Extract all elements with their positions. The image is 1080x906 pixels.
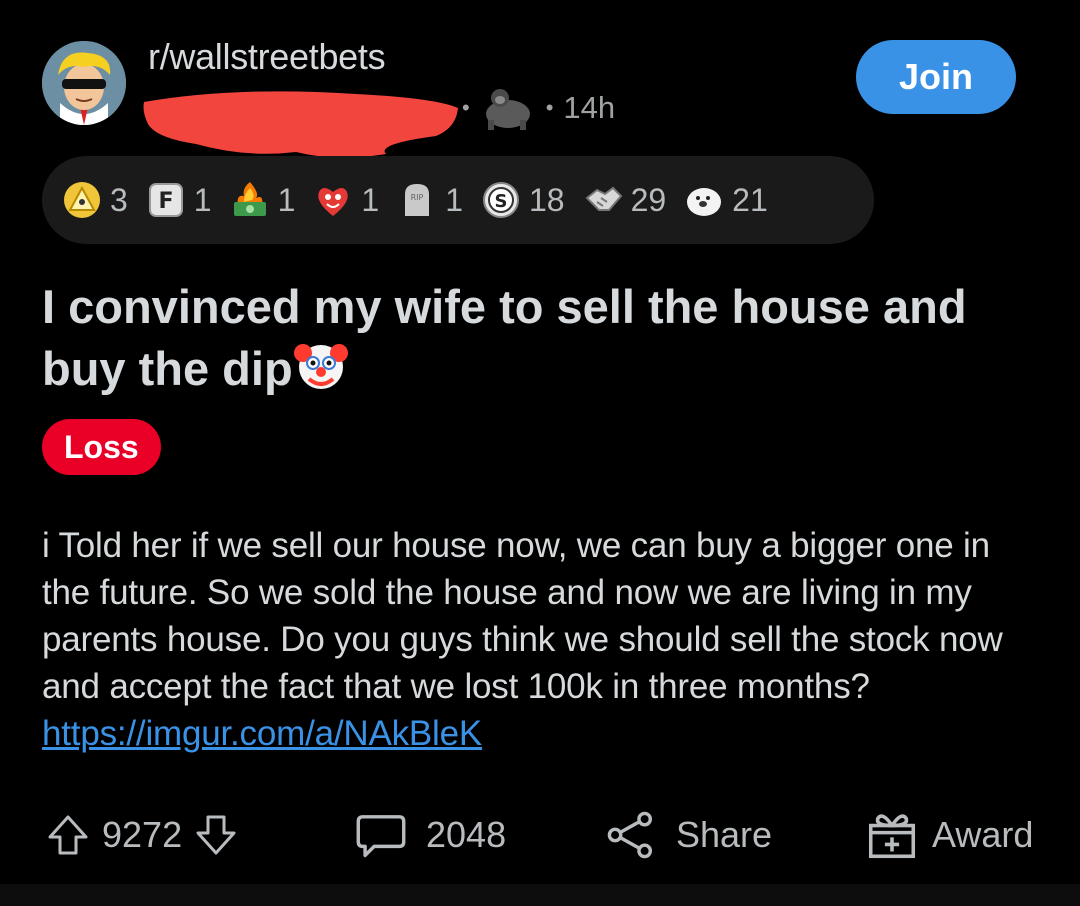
award-count: 1 (361, 181, 380, 218)
awards-bar[interactable]: 3 F 1 1 1 RIP 1 S 18 29 21 (42, 156, 874, 244)
meta-separator: • (545, 95, 554, 120)
gorilla-icon (485, 89, 530, 130)
post-flair[interactable]: Loss (42, 419, 161, 475)
svg-text:S: S (495, 191, 508, 212)
svg-text:F: F (158, 189, 173, 214)
award-item[interactable]: RIP 1 (397, 180, 463, 220)
bottom-divider (0, 884, 1080, 906)
gold-triangle-award-icon (64, 182, 100, 218)
post-time: 14h (563, 90, 616, 125)
share-label: Share (676, 814, 773, 855)
meta-separator: • (462, 95, 470, 120)
award-item[interactable]: 21 (684, 180, 768, 220)
award-item[interactable]: S 18 (481, 180, 565, 220)
comment-count: 2048 (426, 814, 507, 855)
wholesome-seal-award-icon (687, 188, 722, 216)
handshake-award-icon (585, 186, 622, 211)
award-item[interactable]: 1 (230, 180, 296, 220)
vote-group: 9272 (46, 800, 238, 870)
share-button[interactable]: Share (606, 800, 772, 870)
money-fire-award-icon (233, 182, 266, 216)
post-title[interactable]: I convinced my wife to sell the house an… (42, 276, 1032, 399)
award-count: 1 (445, 181, 463, 218)
comments-button[interactable]: 2048 (356, 800, 506, 870)
post-action-bar: 9272 2048 Share Award (0, 800, 1080, 870)
post-body-text: i Told her if we sell our house now, we … (42, 526, 1003, 706)
clown-face-icon (293, 344, 348, 389)
award-count: 29 (630, 181, 667, 218)
award-item[interactable]: 3 (62, 180, 128, 220)
post-meta: • • 14h (452, 86, 615, 130)
award-label: Award (932, 814, 1034, 855)
subreddit-avatar[interactable] (42, 41, 126, 125)
heart-eyes-award-icon (318, 188, 349, 216)
award-count: 18 (528, 181, 565, 218)
rip-tombstone-award-icon: RIP (405, 184, 430, 216)
downvote-arrow-icon[interactable] (194, 813, 238, 857)
award-button[interactable]: Award (866, 800, 1033, 870)
post-body: i Told her if we sell our house now, we … (42, 522, 1042, 757)
upvote-arrow-icon[interactable] (46, 813, 90, 857)
award-item[interactable]: F 1 (146, 180, 212, 220)
gift-award-icon (868, 814, 916, 859)
post-title-text: I convinced my wife to sell the house an… (42, 280, 967, 395)
f-key-award-icon: F (148, 183, 183, 217)
redaction-scribble (143, 91, 458, 158)
subreddit-name[interactable]: r/wallstreetbets (148, 36, 386, 78)
silver-s-award-icon: S (482, 182, 519, 218)
award-count: 21 (732, 181, 768, 218)
share-icon (607, 811, 653, 859)
award-count: 1 (277, 181, 296, 218)
award-item[interactable]: 29 (583, 180, 667, 220)
vote-score: 9272 (102, 814, 183, 855)
award-count: 3 (110, 181, 128, 218)
comment-bubble-icon (356, 815, 406, 858)
post-link[interactable]: https://imgur.com/a/NAkBleK (42, 714, 482, 753)
award-count: 1 (193, 181, 212, 218)
svg-text:RIP: RIP (411, 193, 424, 202)
award-item[interactable]: 1 (313, 180, 379, 220)
join-button[interactable]: Join (856, 40, 1016, 114)
